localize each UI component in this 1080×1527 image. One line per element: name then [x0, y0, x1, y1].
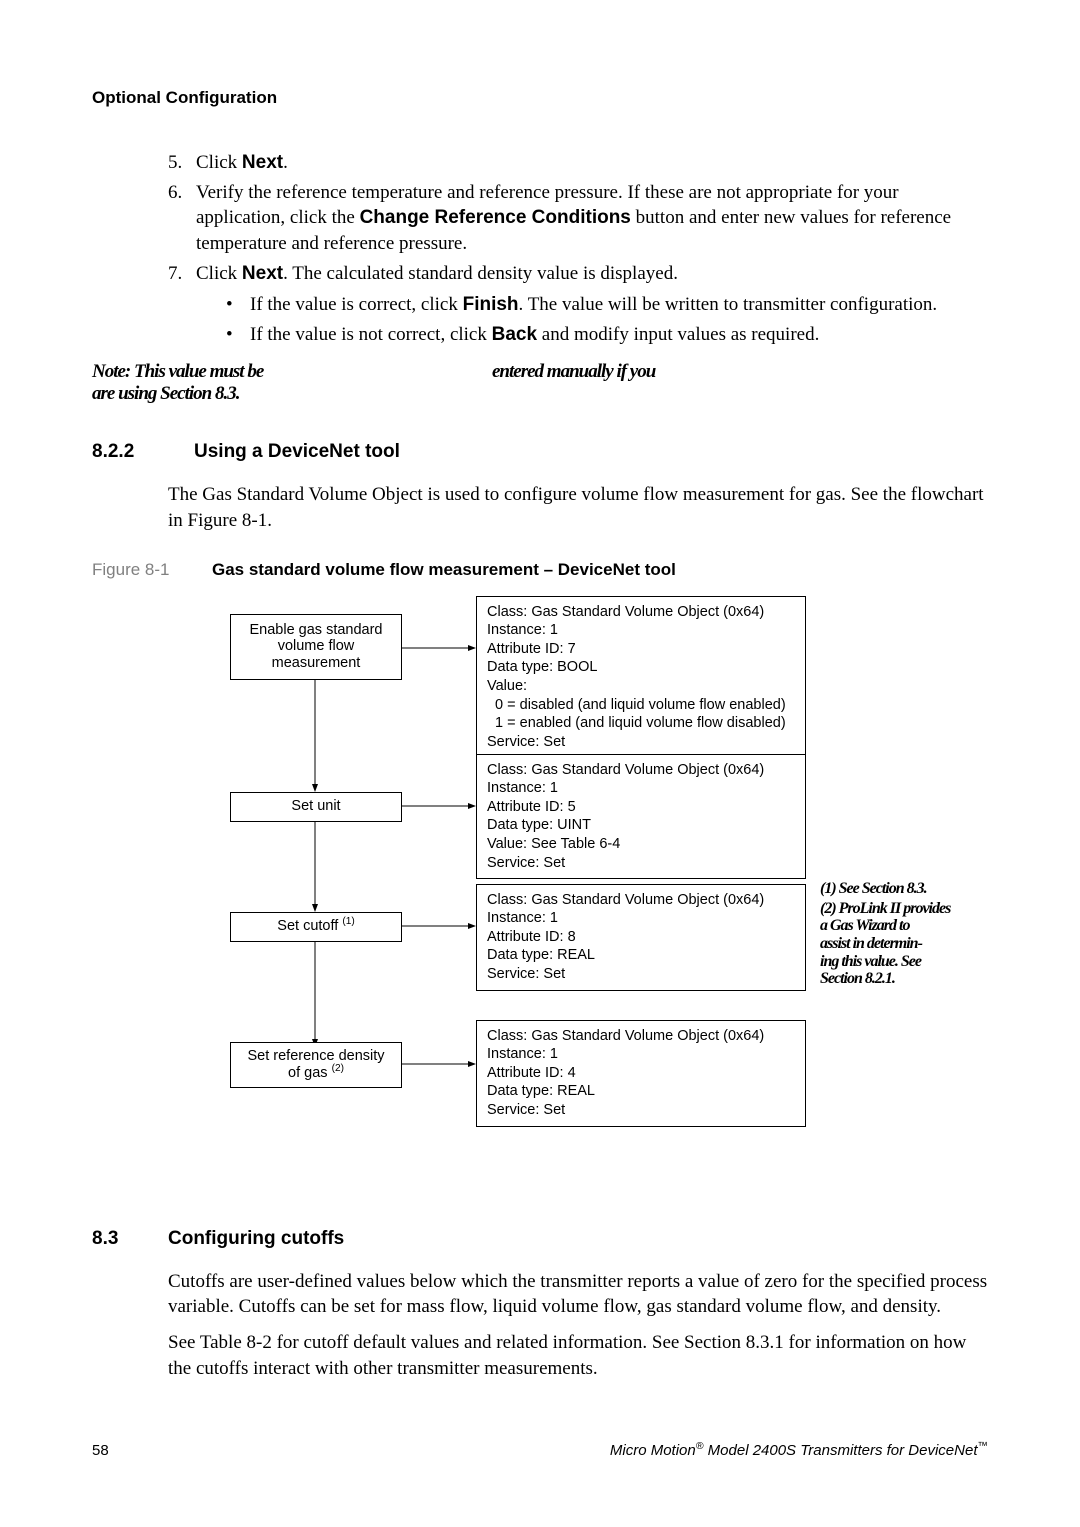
ui-finish: Finish: [463, 294, 519, 315]
note-left: Note: This value must be: [92, 361, 492, 383]
step-number: 7.: [168, 261, 196, 287]
tm-icon: ™: [978, 1440, 989, 1452]
ui-next: Next: [242, 152, 283, 173]
t: If the value is correct, click: [250, 294, 463, 315]
flowchart: Enable gas standardvolume flowmeasuremen…: [230, 596, 1010, 1186]
bullet-icon: •: [226, 292, 250, 318]
t: Set cutoff (1): [277, 918, 354, 935]
figure-number: Figure 8-1: [92, 560, 212, 580]
t: Click: [196, 152, 242, 173]
bullet-finish: •If the value is correct, click Finish. …: [226, 292, 988, 318]
t: Enable gas standardvolume flowmeasuremen…: [249, 622, 382, 672]
t: If the value is not correct, click: [250, 324, 492, 345]
ui-back: Back: [492, 324, 537, 345]
step-6: 6. Verify the reference temperature and …: [168, 180, 988, 257]
para-83a: Cutoffs are user-defined values below wh…: [168, 1269, 988, 1320]
note-right: entered manually if you: [492, 361, 655, 383]
t: Class: Gas Standard Volume Object (0x64)…: [487, 892, 764, 982]
heading-83: 8.3 Configuring cutoffs: [92, 1228, 988, 1250]
t: Model 2400S Transmitters for DeviceNet: [704, 1442, 978, 1459]
publication-title: Micro Motion® Model 2400S Transmitters f…: [610, 1442, 988, 1459]
page-footer: 58 Micro Motion® Model 2400S Transmitter…: [92, 1442, 988, 1459]
bullet-back: •If the value is not correct, click Back…: [226, 322, 988, 348]
heading-number: 8.3: [92, 1228, 168, 1250]
t: . The value will be written to transmitt…: [519, 294, 938, 315]
ui-change-ref: Change Reference Conditions: [360, 207, 631, 228]
step-7: 7. Click Next. The calculated standard d…: [168, 261, 988, 354]
para-83b: See Table 8-2 for cutoff default values …: [168, 1330, 988, 1381]
figure-title: Gas standard volume flow measurement – D…: [212, 560, 676, 580]
flow-detail-cutoff: Class: Gas Standard Volume Object (0x64)…: [476, 884, 806, 991]
t: Set unit: [291, 798, 340, 815]
flow-annot-1: (1) See Section 8.3.: [820, 880, 927, 898]
flow-set-unit: Set unit: [230, 792, 402, 822]
t: . The calculated standard density value …: [283, 263, 678, 284]
note-row: Note: This value must be entered manuall…: [92, 361, 988, 383]
t: Set reference densityof gas (2): [247, 1048, 384, 1081]
steps-list: 5. Click Next. 6. Verify the reference t…: [168, 150, 988, 353]
t: Micro Motion: [610, 1442, 696, 1459]
page-number: 58: [92, 1442, 109, 1459]
flow-set-refdensity: Set reference densityof gas (2): [230, 1042, 402, 1088]
flow-enable-gsv: Enable gas standardvolume flowmeasuremen…: [230, 614, 402, 680]
figure-label: Figure 8-1 Gas standard volume flow meas…: [92, 560, 988, 580]
flow-detail-unit: Class: Gas Standard Volume Object (0x64)…: [476, 754, 806, 879]
flow-detail-refdensity: Class: Gas Standard Volume Object (0x64)…: [476, 1020, 806, 1127]
flow-annot-2: (2) ProLink II providesa Gas Wizard toas…: [820, 900, 980, 988]
step-5: 5. Click Next.: [168, 150, 988, 176]
t: Click: [196, 263, 242, 284]
t: and modify input values as required.: [537, 324, 819, 345]
t: Class: Gas Standard Volume Object (0x64)…: [487, 604, 786, 750]
running-head: Optional Configuration: [92, 88, 988, 108]
flow-detail-enable: Class: Gas Standard Volume Object (0x64)…: [476, 596, 806, 758]
ui-next: Next: [242, 263, 283, 284]
para-822: The Gas Standard Volume Object is used t…: [168, 482, 988, 533]
step-number: 5.: [168, 150, 196, 176]
t: Class: Gas Standard Volume Object (0x64)…: [487, 1028, 764, 1118]
t: .: [283, 152, 288, 173]
heading-number: 8.2.2: [92, 441, 194, 463]
step-number: 6.: [168, 180, 196, 206]
heading-822: 8.2.2 Using a DeviceNet tool: [92, 441, 988, 463]
reg-icon: ®: [696, 1440, 704, 1452]
t: Class: Gas Standard Volume Object (0x64)…: [487, 762, 764, 871]
flow-set-cutoff: Set cutoff (1): [230, 912, 402, 942]
heading-title: Using a DeviceNet tool: [194, 441, 400, 463]
bullet-icon: •: [226, 322, 250, 348]
heading-title: Configuring cutoffs: [168, 1228, 344, 1250]
note-body: are using Section 8.3.: [92, 383, 988, 405]
